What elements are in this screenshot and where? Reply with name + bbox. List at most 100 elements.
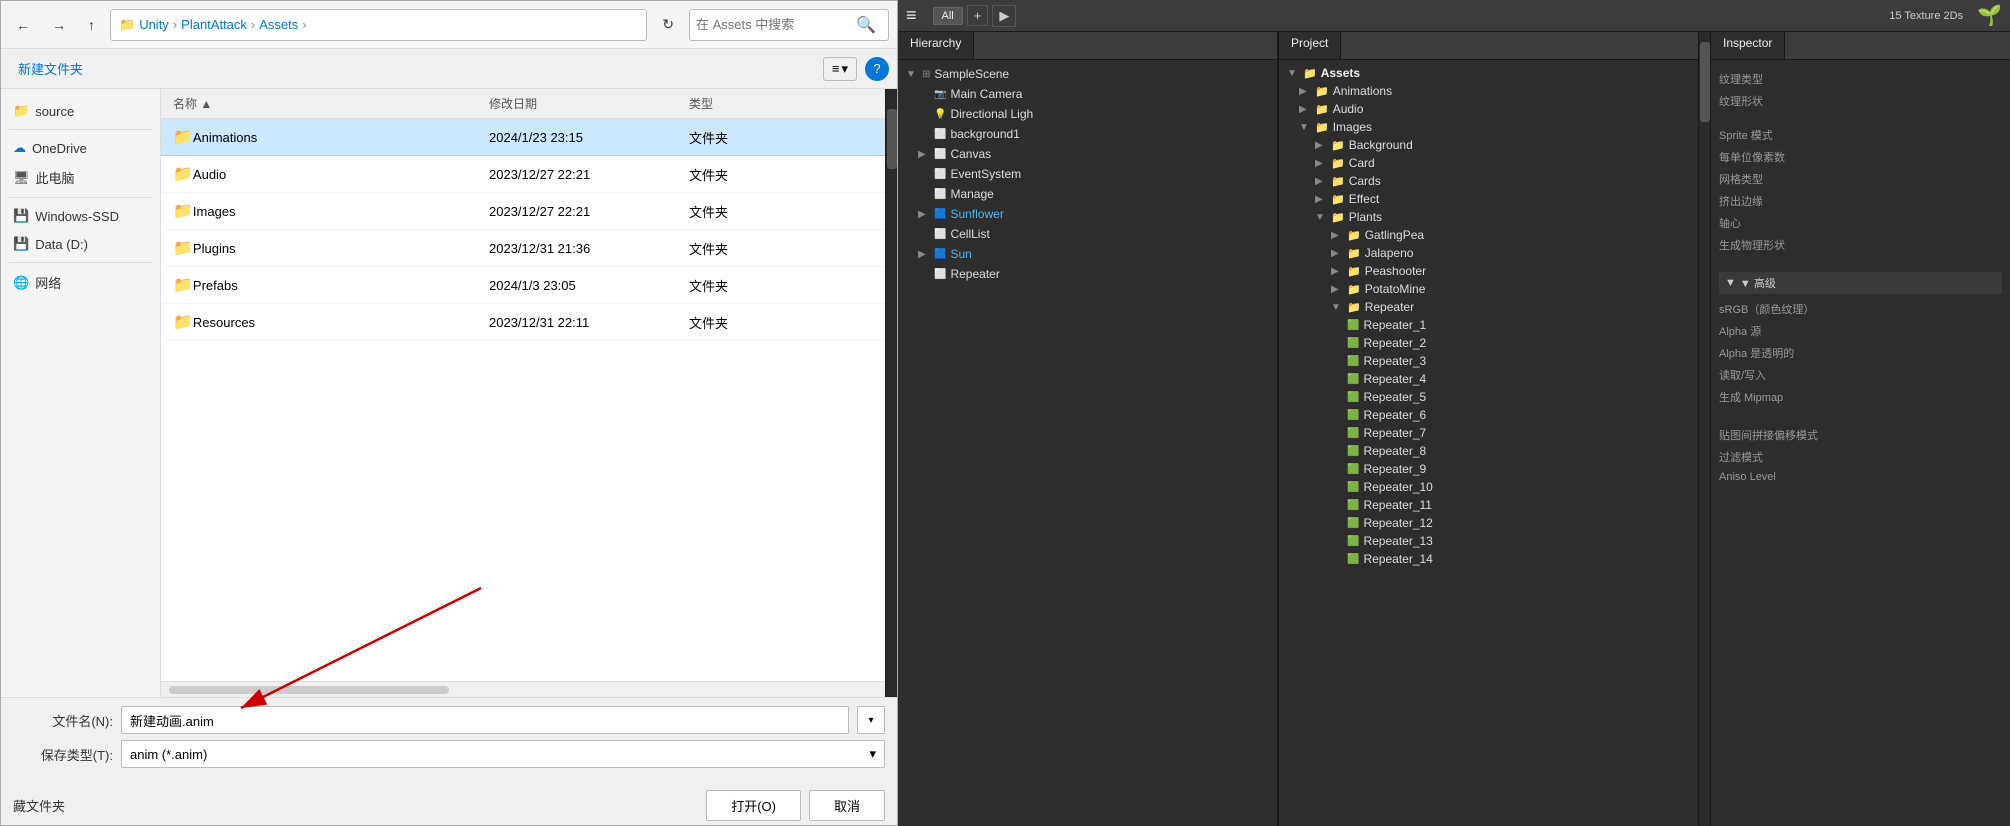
all-btn[interactable]: All [933,7,963,25]
srgb-label: sRGB（颜色纹理） [1719,301,1814,317]
tree-item-audio[interactable]: ▶ 📁 Audio [1279,100,1698,118]
scroll-thumb-h[interactable] [169,686,449,694]
sprite-icon: 🟩 [1347,410,1359,421]
tree-item-jalapeno[interactable]: ▶ 📁 Jalapeno [1279,244,1698,262]
sidebar-item-source[interactable]: 📁 source [1,97,160,125]
tree-item-repeater-14[interactable]: 🟩 Repeater_14 [1279,550,1698,568]
tree-item-animations[interactable]: ▶ 📁 Animations [1279,82,1698,100]
forward-btn[interactable]: → [45,12,73,38]
scroll-thumb-v[interactable] [887,109,897,169]
hierarchy-item-sunflower[interactable]: ▶ 🟦 Sunflower [898,204,1277,224]
tileoffset-label: 贴图间拼接偏移模式 [1719,427,1818,443]
tree-item-repeater-1[interactable]: 🟩 Repeater_1 [1279,316,1698,334]
hierarchy-item-sun[interactable]: ▶ 🟦 Sun [898,244,1277,264]
tree-item-repeater-4[interactable]: 🟩 Repeater_4 [1279,370,1698,388]
expand-placeholder: ▶ [1331,230,1343,241]
sprite-icon: 🟩 [1347,464,1359,475]
inspector-advanced-section: ▼ ▼ 高级 sRGB（颜色纹理） Alpha 源 Alpha 是透明的 [1719,272,2002,408]
up-btn[interactable]: ↑ [81,12,102,38]
breadcrumb-assets[interactable]: Assets [259,17,298,32]
file-row[interactable]: 📁 Audio 2023/12/27 22:21 文件夹 [161,156,885,193]
filename-dropdown-btn[interactable]: ▾ [857,706,885,734]
tree-item-repeater-3[interactable]: 🟩 Repeater_3 [1279,352,1698,370]
new-folder-btn[interactable]: 新建文件夹 [9,54,92,83]
images-folder-icon: 📁 [1315,121,1329,134]
tree-item-repeater-2[interactable]: 🟩 Repeater_2 [1279,334,1698,352]
tree-item-repeater-6[interactable]: 🟩 Repeater_6 [1279,406,1698,424]
cancel-btn[interactable]: 取消 [809,790,885,821]
sidebar-item-windows-ssd[interactable]: 💾 Windows-SSD [1,202,160,230]
tree-item-gatlingpea[interactable]: ▶ 📁 GatlingPea [1279,226,1698,244]
breadcrumb[interactable]: 📁 Unity › PlantAttack › Assets › [110,9,647,41]
file-row[interactable]: 📁 Resources 2023/12/31 22:11 文件夹 [161,304,885,341]
sidebar-label-network: 网络 [35,273,61,292]
file-row[interactable]: 📁 Images 2023/12/27 22:21 文件夹 [161,193,885,230]
hierarchy-item-repeater[interactable]: ⬜ Repeater [898,264,1277,284]
filename-input[interactable] [121,706,849,734]
celllist-icon: ⬜ [934,229,946,240]
hierarchy-item-background1[interactable]: ⬜ background1 [898,124,1277,144]
texture-badge-container: 15 Texture 2Ds 🌱 [1883,3,2002,28]
tree-item-peashooter[interactable]: ▶ 📁 Peashooter [1279,262,1698,280]
sidebar-item-network[interactable]: 🌐 网络 [1,267,160,298]
tree-item-repeater[interactable]: ▼ 📁 Repeater [1279,298,1698,316]
hierarchy-item-canvas[interactable]: ▶ ⬜ Canvas [898,144,1277,164]
filename-label: 文件名(N): [13,711,113,730]
tree-item-repeater-8[interactable]: 🟩 Repeater_8 [1279,442,1698,460]
refresh-btn[interactable]: ↻ [655,11,681,38]
tree-item-repeater-13[interactable]: 🟩 Repeater_13 [1279,532,1698,550]
advanced-section-header[interactable]: ▼ ▼ 高级 [1719,272,2002,294]
project-scrollbar[interactable] [1698,32,1710,826]
help-btn[interactable]: ? [865,57,889,81]
project-scroll-thumb[interactable] [1700,42,1710,122]
breadcrumb-plantattack[interactable]: PlantAttack [181,17,247,32]
tree-item-repeater-11[interactable]: 🟩 Repeater_11 [1279,496,1698,514]
tree-item-repeater-7[interactable]: 🟩 Repeater_7 [1279,424,1698,442]
col-header-name[interactable]: 名称 ▲ [161,93,481,114]
hide-folder-btn[interactable]: 藏文件夹 [13,796,65,815]
hierarchy-item-maincamera[interactable]: 📷 Main Camera [898,84,1277,104]
hierarchy-label-maincamera: Main Camera [950,87,1022,101]
file-row[interactable]: 📁 Plugins 2023/12/31 21:36 文件夹 [161,230,885,267]
tree-item-assets[interactable]: ▼ 📁 Assets [1279,64,1698,82]
tree-item-cards[interactable]: ▶ 📁 Cards [1279,172,1698,190]
gameobj-icon: ⬜ [934,129,946,140]
file-row[interactable]: 📁 Prefabs 2024/1/3 23:05 文件夹 [161,267,885,304]
menu-btn[interactable]: ≡ ▾ [823,57,857,81]
tree-item-potatomine[interactable]: ▶ 📁 PotatoMine [1279,280,1698,298]
tree-item-card[interactable]: ▶ 📁 Card [1279,154,1698,172]
tree-item-repeater-5[interactable]: 🟩 Repeater_5 [1279,388,1698,406]
hierarchy-tab[interactable]: Hierarchy [898,32,974,59]
hierarchy-item-dirlight[interactable]: 💡 Directional Ligh [898,104,1277,124]
inspector-tab[interactable]: Inspector [1711,32,1785,59]
open-btn[interactable]: 打开(O) [706,790,801,821]
breadcrumb-unity[interactable]: Unity [139,17,169,32]
filetype-select[interactable]: anim (*.anim) ▾ [121,740,885,768]
sidebar-item-computer[interactable]: 🖥 此电脑 [1,162,160,193]
plus-btn[interactable]: + [967,5,989,26]
hierarchy-item-celllist[interactable]: ⬜ CellList [898,224,1277,244]
sidebar-item-onedrive[interactable]: ☁ OneDrive [1,134,160,162]
tree-item-repeater-12[interactable]: 🟩 Repeater_12 [1279,514,1698,532]
vertical-scrollbar[interactable] [885,89,897,697]
sidebar-item-data-d[interactable]: 💾 Data (D:) [1,230,160,258]
play-btn[interactable]: ▶ [992,5,1016,27]
project-tab[interactable]: Project [1279,32,1341,59]
drive-d-icon: 💾 [13,236,29,252]
hierarchy-item-eventsystem[interactable]: ⬜ EventSystem [898,164,1277,184]
hierarchy-item-scene[interactable]: ▼ ⊞ SampleScene [898,64,1277,84]
tree-item-effect[interactable]: ▶ 📁 Effect [1279,190,1698,208]
search-bar[interactable]: 🔍 [689,9,889,41]
tree-item-background[interactable]: ▶ 📁 Background [1279,136,1698,154]
file-row[interactable]: 📁 Animations 2024/1/23 23:15 文件夹 [161,119,885,156]
search-input[interactable] [696,17,856,32]
tree-item-repeater-10[interactable]: 🟩 Repeater_10 [1279,478,1698,496]
tree-item-plants[interactable]: ▼ 📁 Plants [1279,208,1698,226]
horizontal-scrollbar[interactable] [161,681,885,697]
tree-item-repeater-9[interactable]: 🟩 Repeater_9 [1279,460,1698,478]
hierarchy-item-manage[interactable]: ⬜ Manage [898,184,1277,204]
sidebar-divider-3 [9,262,152,263]
back-btn[interactable]: ← [9,12,37,38]
col-header-date[interactable]: 修改日期 [481,93,681,114]
tree-item-images[interactable]: ▼ 📁 Images [1279,118,1698,136]
